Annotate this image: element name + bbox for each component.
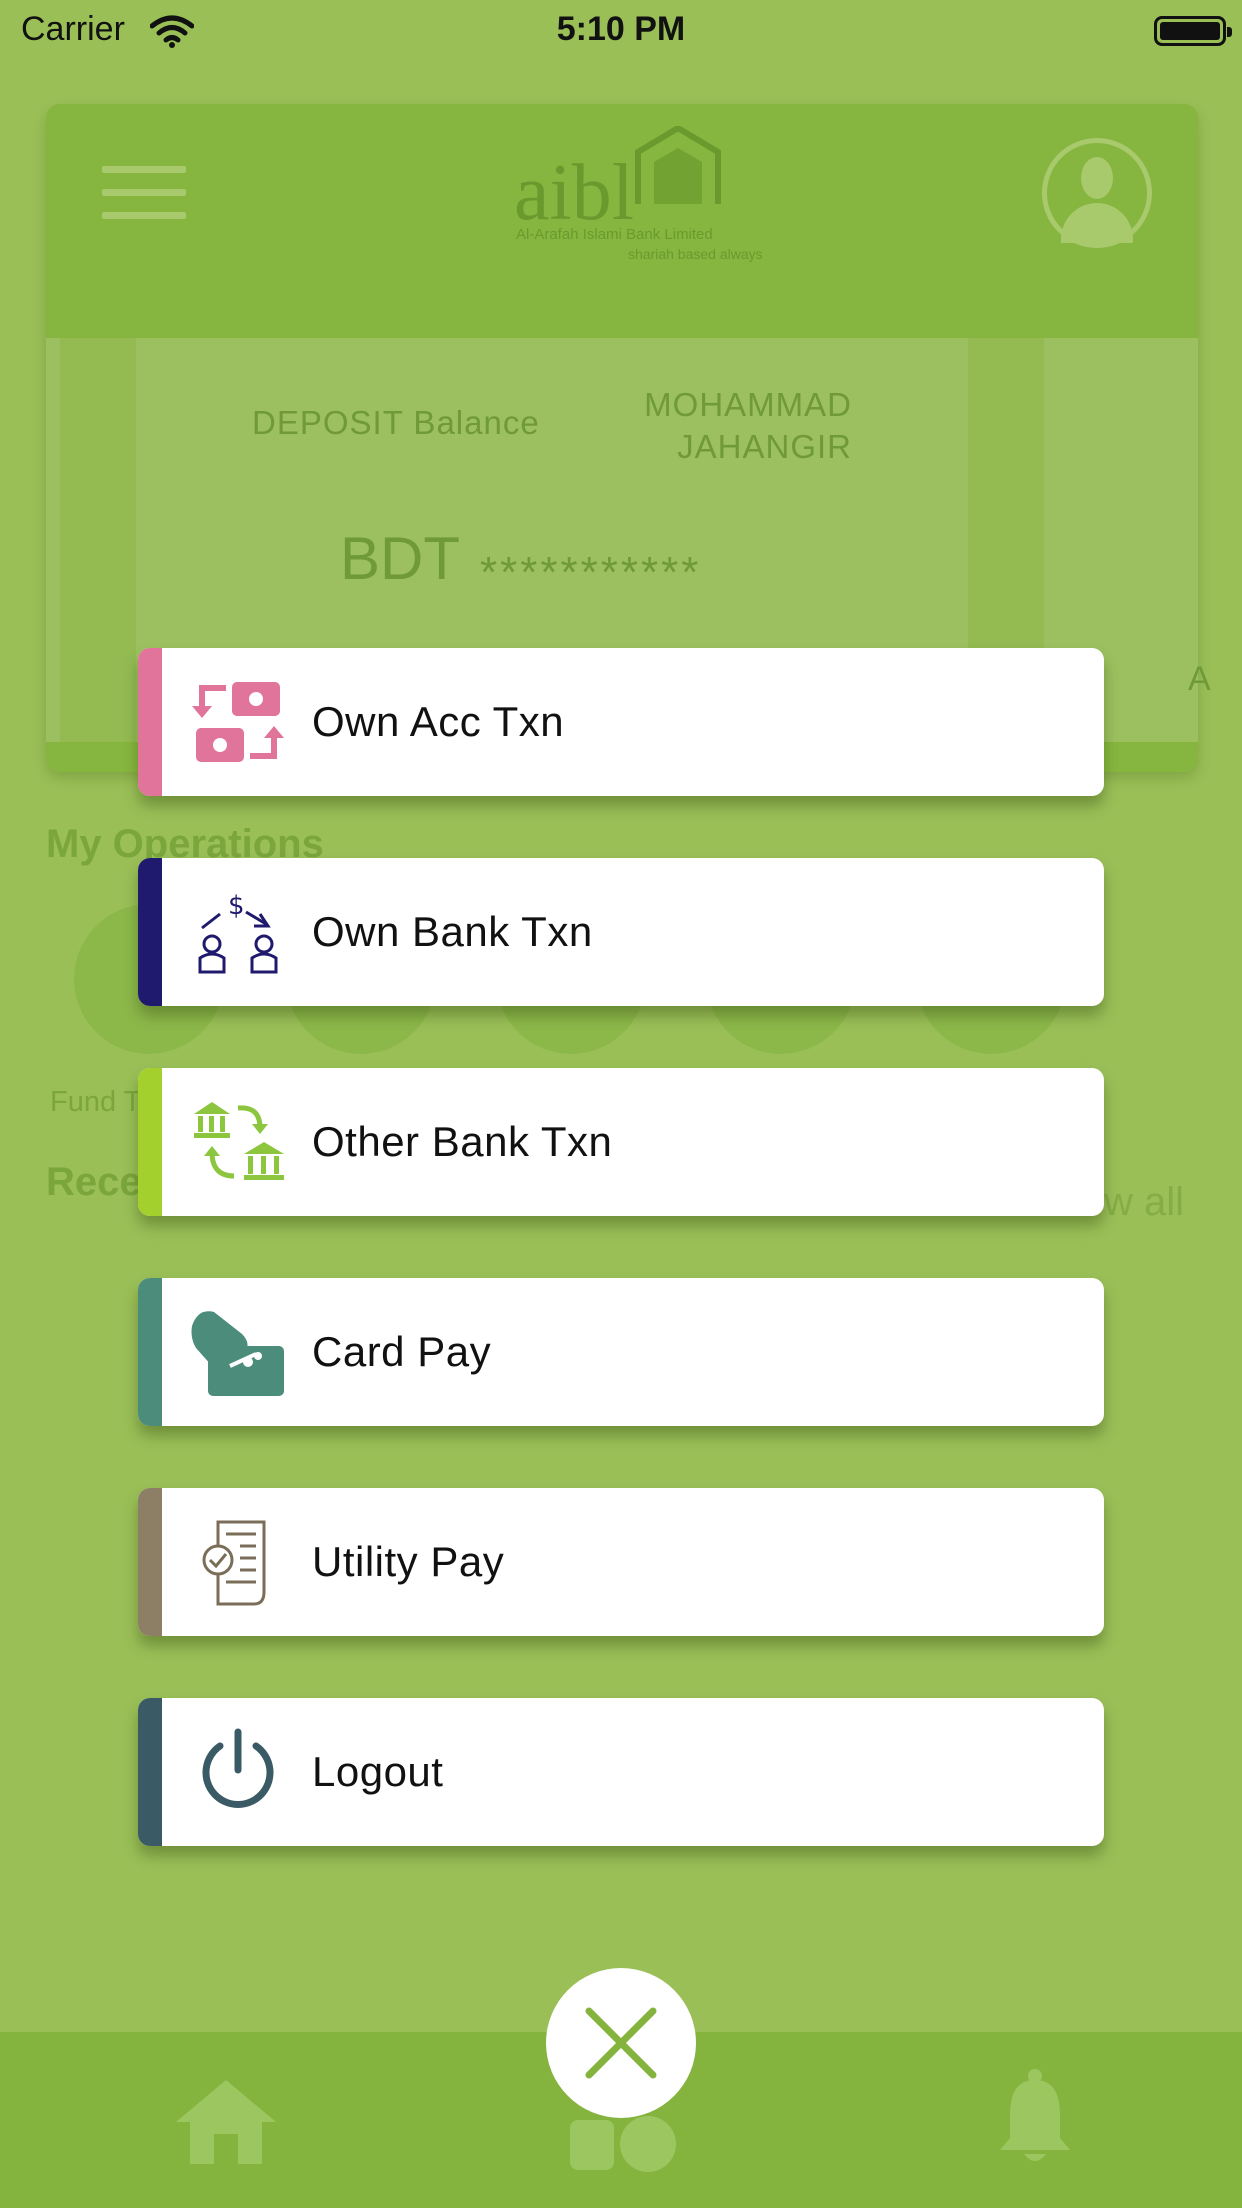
deposit-balance-label: DEPOSIT Balance	[252, 404, 540, 441]
holder-name-line2: JAHANGIR	[677, 428, 852, 465]
power-icon	[202, 1728, 274, 1808]
person-transfer-icon: $	[198, 891, 278, 974]
money-exchange-icon	[192, 682, 284, 762]
masked-balance: ***********	[480, 548, 702, 597]
accent-bar	[138, 1068, 162, 1216]
logo-subtitle: Al-Arafah Islami Bank Limited	[516, 226, 713, 243]
accent-bar	[138, 648, 162, 796]
home-icon[interactable]	[166, 2072, 286, 2168]
status-time: 5:10 PM	[556, 10, 686, 48]
accent-bar	[138, 1278, 162, 1426]
accent-bar	[138, 1488, 162, 1636]
utility-bill-icon	[202, 1520, 266, 1606]
recent-heading: Rece	[46, 1160, 142, 1204]
menu-label: Own Bank Txn	[312, 908, 593, 955]
own-acc-txn-button[interactable]: Own Acc Txn	[138, 648, 1104, 796]
holder-name-line1: MOHAMMAD	[644, 386, 852, 423]
next-card-letter: A	[1188, 660, 1211, 698]
view-all-link[interactable]: w all	[1104, 1180, 1184, 1225]
menu-label: Utility Pay	[312, 1538, 505, 1585]
other-bank-txn-button[interactable]: Other Bank Txn	[138, 1068, 1104, 1216]
utility-pay-button[interactable]: Utility Pay	[138, 1488, 1104, 1636]
close-menu-button[interactable]	[546, 1968, 696, 2118]
svg-text:$: $	[228, 891, 245, 921]
account-holder-name: MOHAMMAD JAHANGIR	[590, 384, 852, 468]
operations-tab-icon[interactable]	[568, 2110, 678, 2174]
accent-bar	[138, 1698, 162, 1846]
logo-tagline: shariah based always	[628, 246, 763, 262]
card-pay-button[interactable]: Card Pay	[138, 1278, 1104, 1426]
menu-label: Own Acc Txn	[312, 698, 565, 745]
hamburger-menu-icon[interactable]	[102, 166, 186, 222]
close-icon	[585, 2007, 657, 2079]
card-pay-icon	[191, 1311, 284, 1396]
prev-card-edge	[46, 338, 60, 742]
profile-avatar-icon[interactable]	[1042, 138, 1152, 248]
bank-transfer-icon	[194, 1102, 284, 1180]
operation-label: Fund T	[50, 1086, 142, 1118]
logo-mark-icon	[635, 126, 721, 204]
bank-logo: aibl Al-Arafah Islami Bank Limited shari…	[510, 126, 763, 266]
own-bank-txn-button[interactable]: $ Own Bank Txn	[138, 858, 1104, 1006]
menu-label: Card Pay	[312, 1328, 492, 1375]
bell-icon[interactable]	[998, 2068, 1072, 2168]
accent-bar	[138, 858, 162, 1006]
status-bar: Carrier 5:10 PM	[0, 0, 1242, 62]
currency-label: BDT	[340, 525, 460, 592]
logout-button[interactable]: Logout	[138, 1698, 1104, 1846]
menu-label: Logout	[312, 1748, 444, 1795]
battery-icon	[1154, 16, 1232, 46]
menu-label: Other Bank Txn	[312, 1118, 613, 1165]
